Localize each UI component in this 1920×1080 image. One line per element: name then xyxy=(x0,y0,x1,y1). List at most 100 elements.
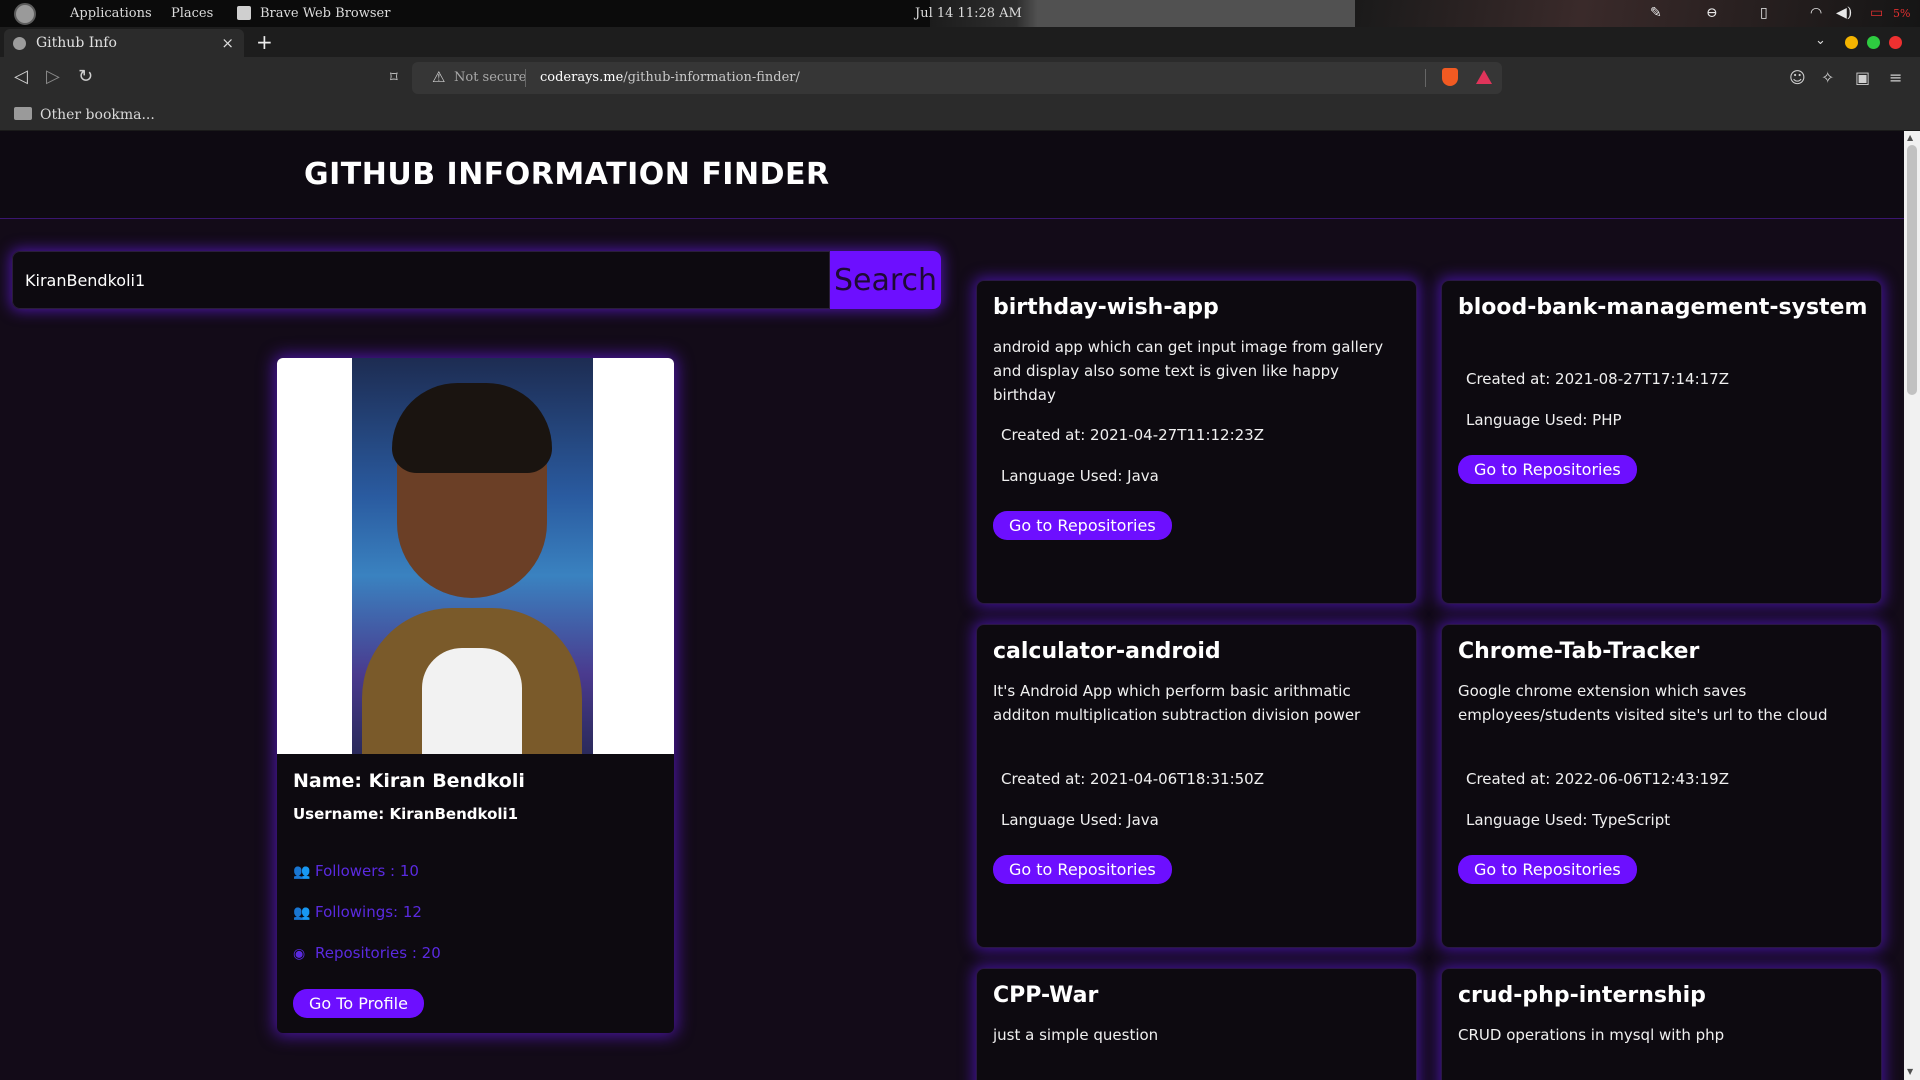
volume-icon[interactable]: ◀) xyxy=(1836,5,1852,21)
back-icon[interactable]: ◁ xyxy=(14,66,28,87)
scroll-down-icon[interactable]: ▼ xyxy=(1907,1067,1913,1076)
repositories-stat[interactable]: ◉ Repositories : 20 xyxy=(293,944,441,962)
users-icon: 👥 xyxy=(293,864,311,880)
repo-description: CRUD operations in mysql with php xyxy=(1458,1026,1725,1044)
reload-icon[interactable]: ↻ xyxy=(78,66,93,87)
address-bar[interactable]: ⚠ Not secure coderays.me/github-informat… xyxy=(412,62,1502,94)
browser-toolbar: ◁ ▷ ↻ ⌑ ⚠ Not secure coderays.me/github-… xyxy=(0,57,1920,99)
profile-username: Username: KiranBendkoli1 xyxy=(293,805,519,823)
profile-name: Name: Kiran Bendkoli xyxy=(293,770,525,792)
battery-icon[interactable]: ▭ xyxy=(1870,5,1883,21)
users-icon: 👥 xyxy=(293,905,311,921)
url-host: coderays.me xyxy=(540,70,624,85)
minimize-button[interactable] xyxy=(1845,36,1858,49)
wallet-icon[interactable]: ▣ xyxy=(1855,68,1870,87)
url-text[interactable]: coderays.me/github-information-finder/ xyxy=(540,70,800,85)
repo-description: just a simple question xyxy=(993,1026,1159,1044)
new-tab-button[interactable]: + xyxy=(256,30,273,54)
go-to-repositories-button[interactable]: Go to Repositories xyxy=(1458,855,1637,884)
bookmark-icon[interactable]: ⌑ xyxy=(390,68,398,86)
repo-created: Created at: 2021-04-27T11:12:23Z xyxy=(1001,426,1265,444)
avatar-hair xyxy=(392,383,552,473)
avatar xyxy=(277,358,674,754)
repo-title: calculator-android xyxy=(993,639,1221,664)
page-title: GITHUB INFORMATION FINDER xyxy=(304,157,830,192)
followings-stat[interactable]: 👥 Followings: 12 xyxy=(293,903,422,921)
followers-label: Followers : 10 xyxy=(315,862,419,880)
forward-icon[interactable]: ▷ xyxy=(46,66,60,87)
repo-language: Language Used: PHP xyxy=(1466,411,1622,429)
tab-list-chevron-icon[interactable]: ⌄ xyxy=(1815,33,1826,48)
tab-github-info[interactable]: Github Info × xyxy=(4,29,244,57)
go-to-repositories-button[interactable]: Go to Repositories xyxy=(993,511,1172,540)
followings-label: Followings: 12 xyxy=(315,903,422,921)
menu-places[interactable]: Places xyxy=(171,6,213,21)
repo-description: Google chrome extension which saves empl… xyxy=(1458,682,1828,724)
scroll-up-icon[interactable]: ▲ xyxy=(1907,133,1913,142)
web-page: GITHUB INFORMATION FINDER Search Name: K… xyxy=(0,131,1904,1080)
search-form: Search xyxy=(12,251,941,309)
repositories-label: Repositories : 20 xyxy=(315,944,441,962)
profile-card: Name: Kiran Bendkoli Username: KiranBend… xyxy=(277,358,674,1033)
status-icon[interactable]: ⊖ xyxy=(1706,5,1718,21)
repo-title: CPP-War xyxy=(993,983,1099,1008)
repo-card: crud-php-internship CRUD operations in m… xyxy=(1441,968,1882,1080)
repo-card: CPP-War just a simple question xyxy=(976,968,1417,1080)
url-separator xyxy=(525,69,526,87)
battery-percent: 5% xyxy=(1893,7,1911,20)
go-to-repositories-button[interactable]: Go to Repositories xyxy=(993,855,1172,884)
repo-description: android app which can get input image fr… xyxy=(993,338,1384,404)
go-to-repositories-button[interactable]: Go to Repositories xyxy=(1458,455,1637,484)
os-logo-icon[interactable] xyxy=(14,3,36,25)
url-separator-right xyxy=(1425,69,1426,87)
avatar-photo xyxy=(352,358,593,754)
tab-close-icon[interactable]: × xyxy=(221,34,234,52)
wifi-icon[interactable]: ◠ xyxy=(1810,5,1822,21)
github-icon: ◉ xyxy=(293,946,306,962)
repo-description: It's Android App which perform basic ari… xyxy=(993,682,1361,724)
color-picker-icon[interactable]: ✎ xyxy=(1650,5,1662,21)
url-path: /github-information-finder/ xyxy=(623,70,800,85)
brave-rewards-icon[interactable] xyxy=(1476,70,1492,84)
bookmarks-bar: Other bookma... xyxy=(0,99,1920,131)
go-to-profile-button[interactable]: Go To Profile xyxy=(293,989,424,1018)
avatar-tee xyxy=(422,648,522,754)
repo-language: Language Used: Java xyxy=(1001,467,1159,485)
scroll-thumb[interactable] xyxy=(1907,145,1917,395)
repo-created: Created at: 2022-06-06T12:43:19Z xyxy=(1466,770,1730,788)
repo-created: Created at: 2021-08-27T17:14:17Z xyxy=(1466,370,1730,388)
browser-tab-bar: Github Info × xyxy=(0,27,1920,57)
search-input[interactable] xyxy=(12,251,830,309)
globe-icon xyxy=(13,37,26,50)
menu-applications[interactable]: Applications xyxy=(70,6,152,21)
repo-title: crud-php-internship xyxy=(1458,983,1706,1008)
brave-shields-icon[interactable] xyxy=(1442,68,1458,86)
clock[interactable]: Jul 14 11:28 AM xyxy=(915,6,1022,21)
followers-stat[interactable]: 👥 Followers : 10 xyxy=(293,862,419,880)
repo-card: calculator-android It's Android App whic… xyxy=(976,624,1417,948)
repo-title: birthday-wish-app xyxy=(993,295,1219,320)
not-secure-label[interactable]: Not secure xyxy=(454,70,526,85)
repo-title: blood-bank-management-system xyxy=(1458,295,1868,320)
maximize-button[interactable] xyxy=(1867,36,1880,49)
repo-card: birthday-wish-app android app which can … xyxy=(976,280,1417,604)
profile-avatar-icon[interactable]: ☺ xyxy=(1789,68,1806,87)
page-scrollbar[interactable]: ▲ ▼ xyxy=(1904,131,1920,1080)
repo-card: blood-bank-management-system Created at:… xyxy=(1441,280,1882,604)
menu-brave-web-browser[interactable]: Brave Web Browser xyxy=(260,6,390,21)
brave-app-icon xyxy=(237,6,251,20)
repo-language: Language Used: TypeScript xyxy=(1466,811,1671,829)
close-window-button[interactable] xyxy=(1889,36,1902,49)
bookmark-other[interactable]: Other bookma... xyxy=(40,107,155,123)
site-header: GITHUB INFORMATION FINDER xyxy=(0,131,1904,219)
clipboard-icon[interactable]: ▯ xyxy=(1760,5,1768,21)
warning-icon[interactable]: ⚠ xyxy=(432,68,445,86)
repo-title: Chrome-Tab-Tracker xyxy=(1458,639,1700,664)
extensions-icon[interactable]: ✧ xyxy=(1821,68,1834,87)
folder-icon xyxy=(14,107,32,120)
tab-title: Github Info xyxy=(36,35,117,51)
repo-created: Created at: 2021-04-06T18:31:50Z xyxy=(1001,770,1265,788)
repo-card: Chrome-Tab-Tracker Google chrome extensi… xyxy=(1441,624,1882,948)
search-button[interactable]: Search xyxy=(830,251,941,309)
menu-icon[interactable]: ≡ xyxy=(1889,68,1902,87)
